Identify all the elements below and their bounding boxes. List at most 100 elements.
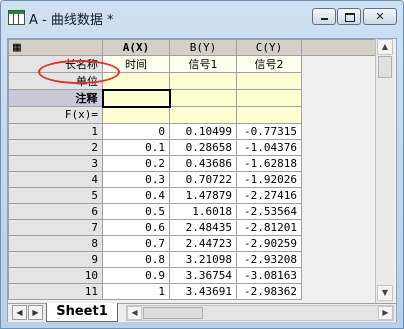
scroll-left-arrow-icon[interactable]: ◀ xyxy=(127,306,142,320)
units-a[interactable] xyxy=(102,72,170,90)
cell-a[interactable]: 0.2 xyxy=(102,154,170,172)
cell-c[interactable]: -1.92026 xyxy=(236,170,302,188)
row-number[interactable]: 6 xyxy=(8,202,103,220)
scroll-down-arrow-icon[interactable]: ▼ xyxy=(377,285,393,301)
cell-c[interactable]: -3.08163 xyxy=(236,266,302,284)
comments-c[interactable] xyxy=(236,89,302,107)
cell-b[interactable]: 0.70722 xyxy=(169,170,237,188)
row-number[interactable]: 4 xyxy=(8,170,103,188)
formula-b[interactable] xyxy=(169,106,237,124)
maximize-button[interactable] xyxy=(337,8,361,25)
worksheet-window: A - 曲线数据 * ✕ ▦ A(X) B(Y) C(Y) 长名称 时间 信号1… xyxy=(0,0,404,329)
cell-c[interactable]: -1.62818 xyxy=(236,154,302,172)
cell-a[interactable]: 0.6 xyxy=(102,218,170,236)
cell-b[interactable]: 2.48435 xyxy=(169,218,237,236)
long-name-c[interactable]: 信号2 xyxy=(236,55,302,73)
empty-cell xyxy=(301,106,376,123)
column-header-a[interactable]: A(X) xyxy=(102,39,170,56)
worksheet-table: ▦ A(X) B(Y) C(Y) 长名称 时间 信号1 信号2 单位 注释 F(… xyxy=(8,39,376,300)
cell-b[interactable]: 3.36754 xyxy=(169,266,237,284)
scroll-up-arrow-icon[interactable]: ▲ xyxy=(377,39,393,55)
cell-a[interactable]: 0.5 xyxy=(102,202,170,220)
horizontal-scroll-thumb[interactable] xyxy=(143,307,203,319)
row-number[interactable]: 9 xyxy=(8,250,103,268)
worksheet-grid-area: ▦ A(X) B(Y) C(Y) 长名称 时间 信号1 信号2 单位 注释 F(… xyxy=(7,38,397,322)
row-label-comments[interactable]: 注释 xyxy=(8,89,103,107)
row-number[interactable]: 2 xyxy=(8,138,103,156)
sheet-next-arrow-icon[interactable]: ▶ xyxy=(28,305,43,320)
empty-cell xyxy=(301,72,376,90)
row-number[interactable]: 5 xyxy=(8,186,103,204)
cell-b[interactable]: 0.28658 xyxy=(169,138,237,156)
cell-c[interactable]: -2.27416 xyxy=(236,186,302,204)
row-number[interactable]: 10 xyxy=(8,266,103,284)
cell-c[interactable]: -2.90259 xyxy=(236,234,302,252)
empty-cell xyxy=(301,283,376,299)
empty-cell xyxy=(301,251,376,267)
worksheet-icon xyxy=(8,10,25,25)
row-label-formula[interactable]: F(x)= xyxy=(8,106,103,124)
cell-b[interactable]: 1.47879 xyxy=(169,186,237,204)
cell-a[interactable]: 1 xyxy=(102,282,170,300)
formula-c[interactable] xyxy=(236,106,302,124)
column-header-c[interactable]: C(Y) xyxy=(236,39,302,56)
vertical-scroll-thumb[interactable] xyxy=(378,56,392,78)
cell-c[interactable]: -2.93208 xyxy=(236,250,302,268)
table-row: 3 0.2 0.43686 -1.62818 xyxy=(8,154,376,172)
row-number[interactable]: 3 xyxy=(8,154,103,172)
title-bar[interactable]: A - 曲线数据 * ✕ xyxy=(1,1,403,31)
cell-b[interactable]: 3.21098 xyxy=(169,250,237,268)
row-number[interactable]: 11 xyxy=(8,282,103,300)
formula-a[interactable] xyxy=(102,106,170,124)
comments-b[interactable] xyxy=(169,89,237,107)
empty-cell xyxy=(301,139,376,155)
close-button[interactable]: ✕ xyxy=(363,8,397,25)
long-name-b[interactable]: 信号1 xyxy=(169,55,237,73)
units-b[interactable] xyxy=(169,72,237,90)
empty-cell xyxy=(301,171,376,187)
sheet-tab-sheet1[interactable]: Sheet1 xyxy=(46,303,118,322)
cell-a[interactable]: 0.7 xyxy=(102,234,170,252)
empty-cell xyxy=(301,55,376,73)
row-number[interactable]: 7 xyxy=(8,218,103,236)
cell-c[interactable]: -0.77315 xyxy=(236,122,302,140)
empty-cell xyxy=(301,235,376,251)
cell-b[interactable]: 0.43686 xyxy=(169,154,237,172)
cell-a[interactable]: 0.4 xyxy=(102,186,170,204)
minimize-button[interactable] xyxy=(312,8,336,25)
cell-c[interactable]: -2.81201 xyxy=(236,218,302,236)
long-name-a[interactable]: 时间 xyxy=(102,55,170,73)
cell-b[interactable]: 3.43691 xyxy=(169,282,237,300)
scroll-right-arrow-icon[interactable]: ▶ xyxy=(378,306,393,320)
table-row: 1 0 0.10499 -0.77315 xyxy=(8,122,376,140)
empty-cell xyxy=(301,123,376,139)
select-all-corner[interactable]: ▦ xyxy=(8,39,103,56)
column-header-b[interactable]: B(Y) xyxy=(169,39,237,56)
vertical-scrollbar[interactable]: ▲ ▼ xyxy=(375,39,394,303)
cell-a[interactable]: 0.8 xyxy=(102,250,170,268)
empty-cell xyxy=(301,267,376,283)
cell-b[interactable]: 2.44723 xyxy=(169,234,237,252)
cell-c[interactable]: -2.98362 xyxy=(236,282,302,300)
empty-cell xyxy=(301,155,376,171)
table-row: 4 0.3 0.70722 -1.92026 xyxy=(8,170,376,188)
sheet-prev-arrow-icon[interactable]: ◀ xyxy=(12,305,27,320)
cell-b[interactable]: 0.10499 xyxy=(169,122,237,140)
table-row: 10 0.9 3.36754 -3.08163 xyxy=(8,266,376,284)
horizontal-scrollbar[interactable]: ◀ ▶ xyxy=(126,305,394,321)
units-c[interactable] xyxy=(236,72,302,90)
row-number[interactable]: 1 xyxy=(8,122,103,140)
cell-c[interactable]: -2.53564 xyxy=(236,202,302,220)
cell-c[interactable]: -1.04376 xyxy=(236,138,302,156)
cell-b[interactable]: 1.6018 xyxy=(169,202,237,220)
row-label-long-name[interactable]: 长名称 xyxy=(8,55,103,73)
row-label-units[interactable]: 单位 xyxy=(8,72,103,90)
cell-a[interactable]: 0.9 xyxy=(102,266,170,284)
cell-a[interactable]: 0.3 xyxy=(102,170,170,188)
table-row: 8 0.7 2.44723 -2.90259 xyxy=(8,234,376,252)
row-number[interactable]: 8 xyxy=(8,234,103,252)
comments-a-selected-cell[interactable] xyxy=(101,88,171,108)
window-title: A - 曲线数据 * xyxy=(29,13,114,28)
cell-a[interactable]: 0.1 xyxy=(102,138,170,156)
cell-a[interactable]: 0 xyxy=(102,122,170,140)
